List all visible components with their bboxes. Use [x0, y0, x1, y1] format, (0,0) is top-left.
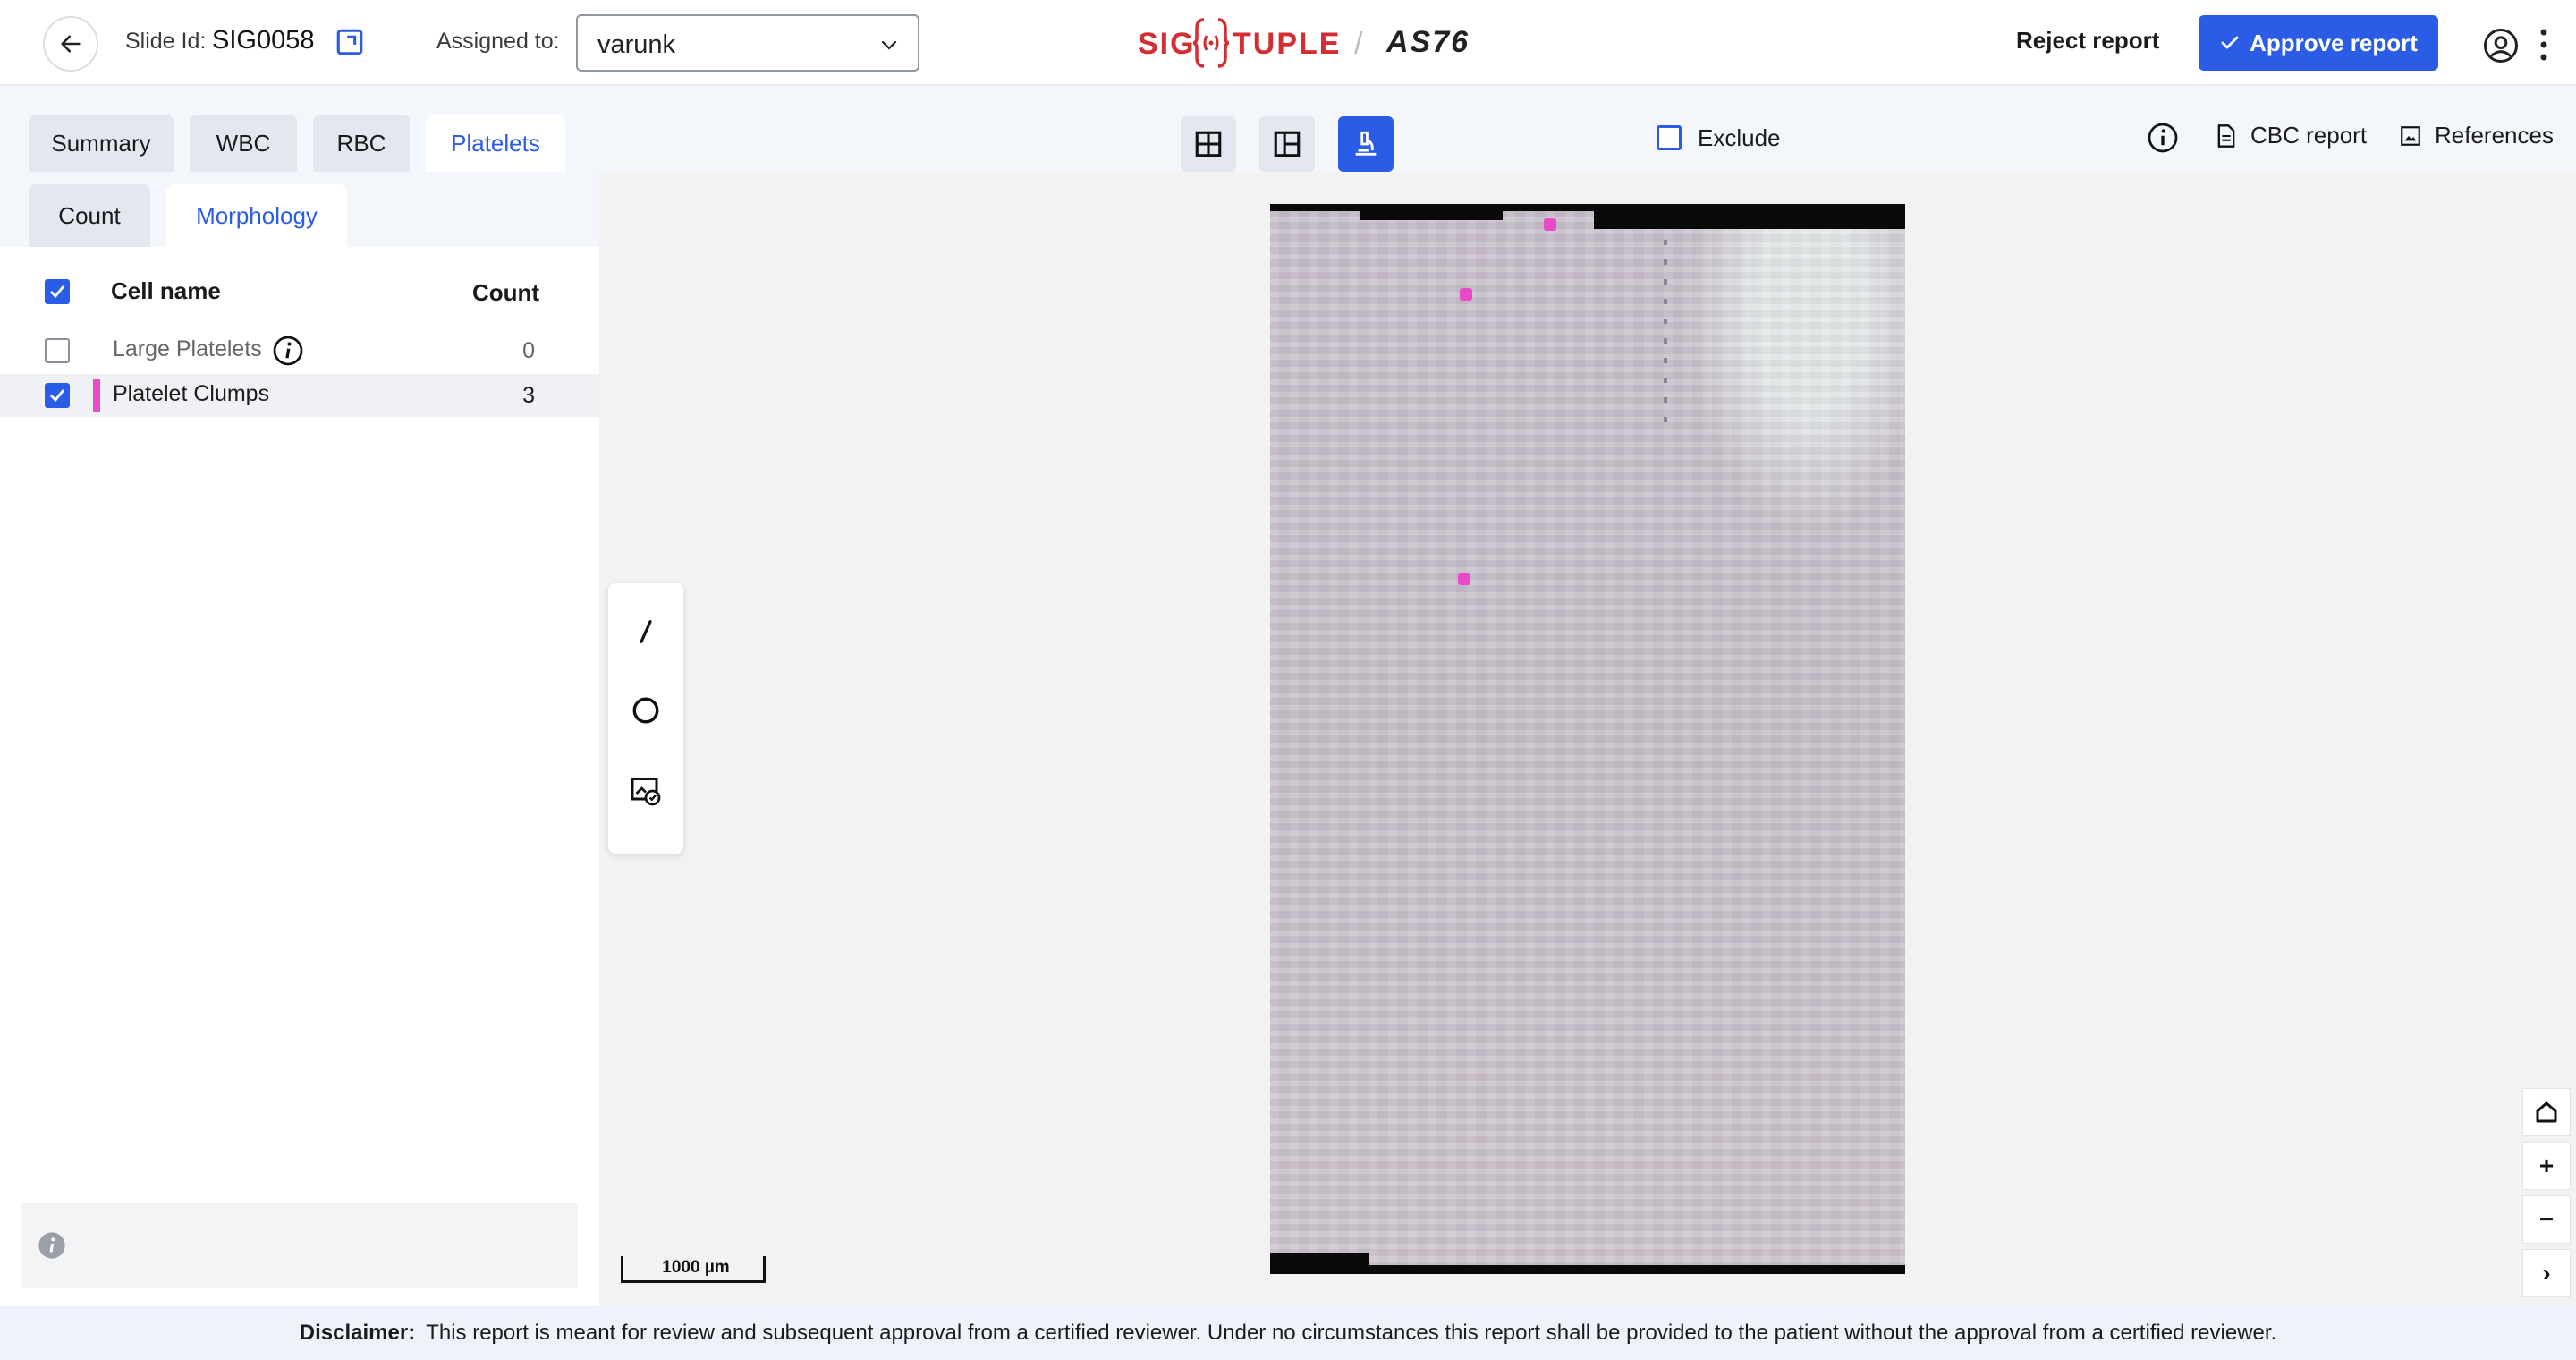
scale-bar-label: 1000 µm	[662, 1258, 730, 1277]
cell-row-large-platelets[interactable]: Large Platelets 0	[0, 329, 599, 372]
cbc-report-link[interactable]: CBC report	[2215, 122, 2367, 149]
tab-rbc[interactable]: RBC	[313, 115, 410, 172]
arrow-left-icon	[61, 35, 80, 53]
open-in-new-icon[interactable]	[335, 27, 365, 57]
exclude-label: Exclude	[1698, 123, 1781, 151]
references-label: References	[2435, 122, 2554, 149]
slide-edge	[1594, 204, 1905, 229]
info-icon[interactable]	[2147, 122, 2179, 154]
color-swatch	[93, 379, 100, 412]
sigtuple-logo: SIG TUPLE / AS76	[1136, 16, 1476, 70]
drawing-toolbar	[608, 583, 683, 854]
large-platelets-checkbox[interactable]	[45, 338, 70, 363]
check-icon	[2221, 36, 2239, 49]
grid-view-button[interactable]	[1181, 116, 1236, 172]
slide-edge	[1270, 1253, 1368, 1274]
tab-wbc[interactable]: WBC	[190, 115, 297, 172]
scan-seam	[1664, 240, 1667, 428]
line-tool-button[interactable]	[626, 612, 665, 651]
info-filled-icon	[38, 1232, 65, 1259]
disclaimer-label: Disclaimer:	[299, 1321, 416, 1345]
cell-row-platelet-clumps[interactable]: Platelet Clumps 3	[0, 374, 599, 417]
chevron-down-icon	[881, 40, 897, 50]
exclude-toggle[interactable]: Exclude	[1657, 123, 1781, 152]
column-header-count: Count	[472, 279, 540, 306]
slide-texture	[1270, 204, 1905, 1274]
disclaimer-footer: Disclaimer: This report is meant for rev…	[0, 1306, 2576, 1360]
slide-id-label: Slide Id:	[125, 29, 207, 54]
split-layout-icon	[1274, 131, 1301, 157]
select-region-tool-button[interactable]	[626, 771, 665, 811]
platelet-clump-marker[interactable]	[1460, 288, 1472, 301]
tab-morphology[interactable]: Morphology	[166, 184, 347, 247]
slide-edge	[1368, 1265, 1905, 1274]
logo-separator: /	[1354, 27, 1363, 61]
approve-report-label: Approve report	[2250, 29, 2418, 56]
more-vertical-icon[interactable]	[2538, 27, 2549, 63]
select-all-checkbox[interactable]	[45, 279, 70, 304]
cell-name: Large Platelets	[113, 336, 262, 361]
tab-count[interactable]: Count	[29, 184, 150, 247]
zoom-in-button[interactable]: +	[2522, 1142, 2571, 1190]
logo-brand-left: SIG	[1138, 27, 1196, 61]
check-icon	[50, 389, 65, 403]
circle-icon	[632, 697, 659, 724]
zoom-controls: + − ›	[2522, 1088, 2571, 1303]
column-header-cell-name: Cell name	[111, 277, 221, 304]
platelet-clump-marker[interactable]	[1458, 573, 1470, 585]
references-link[interactable]: References	[2399, 122, 2554, 149]
split-view-button[interactable]	[1259, 116, 1315, 172]
microscope-view-button[interactable]	[1338, 116, 1394, 172]
assigned-to-value: varunk	[597, 30, 676, 59]
cell-panel: Count Morphology Cell name Count Large P…	[0, 172, 599, 1306]
select-region-icon	[631, 778, 661, 806]
back-button[interactable]	[43, 16, 98, 72]
scale-bar: 1000 µm	[621, 1256, 766, 1283]
cell-count: 0	[522, 338, 535, 363]
next-view-button[interactable]: ›	[2522, 1249, 2571, 1297]
platelet-clumps-checkbox[interactable]	[45, 383, 70, 408]
cell-count: 3	[522, 383, 535, 408]
line-icon	[640, 620, 652, 643]
microscope-icon	[1355, 131, 1377, 156]
cell-name: Platelet Clumps	[113, 381, 270, 406]
top-header: Slide Id: SIG0058 Assigned to: varunk SI…	[0, 0, 2576, 86]
approve-report-button[interactable]: Approve report	[2199, 15, 2438, 71]
check-icon	[50, 285, 65, 299]
user-account-icon[interactable]	[2483, 28, 2519, 64]
slide-image[interactable]	[1270, 204, 1905, 1274]
image-icon	[2401, 125, 2420, 146]
device-model: AS76	[1386, 25, 1470, 59]
slide-viewer[interactable]: 1000 µm + − ›	[599, 172, 2576, 1306]
tab-summary[interactable]: Summary	[29, 115, 174, 172]
info-icon[interactable]	[272, 335, 304, 367]
slide-edge	[1360, 204, 1503, 220]
circle-tool-button[interactable]	[626, 691, 665, 730]
cbc-report-label: CBC report	[2250, 122, 2368, 149]
exclude-checkbox[interactable]	[1657, 125, 1682, 150]
tab-toolbar: Summary WBC RBC Platelets Exclude CBC re…	[0, 86, 2576, 172]
tab-platelets[interactable]: Platelets	[426, 115, 565, 172]
platelet-clump-marker[interactable]	[1544, 218, 1556, 231]
logo-brand-right: TUPLE	[1233, 27, 1342, 61]
zoom-out-button[interactable]: −	[2522, 1195, 2571, 1244]
logo-brace-icon	[1192, 18, 1230, 68]
slide-id-value: SIG0058	[212, 26, 315, 55]
assigned-to-select[interactable]: varunk	[576, 14, 919, 72]
document-icon	[2217, 123, 2235, 148]
sub-tab-bar: Count Morphology	[0, 172, 599, 247]
grid-icon	[1195, 131, 1222, 157]
home-icon	[2536, 1101, 2557, 1123]
assigned-to-label: Assigned to:	[436, 29, 560, 54]
disclaimer-text: This report is meant for review and subs…	[426, 1321, 2277, 1345]
info-note	[21, 1203, 578, 1288]
reject-report-button[interactable]: Reject report	[2016, 27, 2159, 55]
home-view-button[interactable]	[2522, 1088, 2571, 1136]
